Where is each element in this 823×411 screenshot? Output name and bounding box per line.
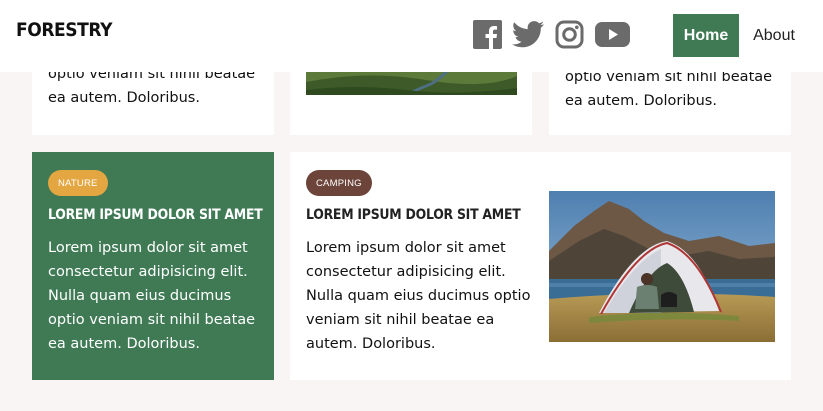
tag-camping[interactable]: CAMPING xyxy=(306,170,372,196)
tag-nature[interactable]: NATURE xyxy=(48,170,108,196)
facebook-icon[interactable] xyxy=(472,19,502,49)
site-header: FORESTRY Home About xyxy=(0,0,823,72)
site-logo[interactable]: FORESTRY xyxy=(16,19,113,41)
card-camping[interactable]: CAMPING LOREM IPSUM DOLOR SIT AMET Lorem… xyxy=(290,152,791,380)
camping-tent-photo xyxy=(549,191,775,342)
card-nature[interactable]: NATURE LOREM IPSUM DOLOR SIT AMET Lorem … xyxy=(32,152,274,380)
nav-about-link[interactable]: About xyxy=(745,14,803,57)
card-camping-title: LOREM IPSUM DOLOR SIT AMET xyxy=(306,207,521,223)
card-top-right-line2: ea autem. Doloribus. xyxy=(565,93,717,109)
nav-home-link[interactable]: Home xyxy=(673,14,739,57)
instagram-icon[interactable] xyxy=(554,19,584,49)
card-top-right-text: optio veniam sit nihil beatae ea autem. … xyxy=(565,65,787,113)
twitter-icon[interactable] xyxy=(512,19,544,49)
card-nature-text: Lorem ipsum dolor sit amet consectetur a… xyxy=(48,240,256,352)
card-nature-title: LOREM IPSUM DOLOR SIT AMET xyxy=(48,207,263,223)
youtube-icon[interactable] xyxy=(594,19,630,49)
card-top-left-line2: ea autem. Doloribus. xyxy=(48,90,200,106)
card-camping-text: Lorem ipsum dolor sit amet consectetur a… xyxy=(306,240,531,352)
